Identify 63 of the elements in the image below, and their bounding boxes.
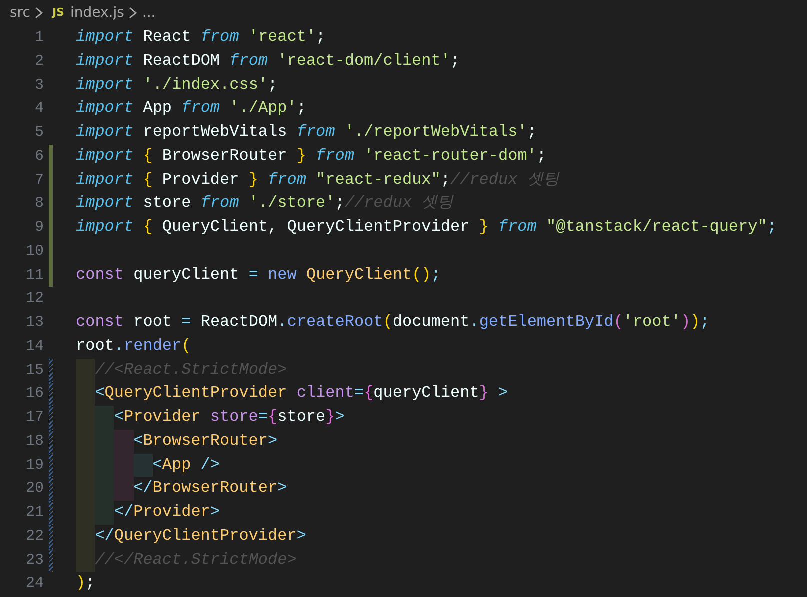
modified-change-marker[interactable] — [49, 382, 53, 406]
line-number: 6 — [34, 146, 44, 167]
breadcrumb-folder[interactable]: src — [10, 2, 30, 24]
code-line: const root = ReactDOM.createRoot(document.getElementById('root')); — [76, 312, 710, 333]
code-line: import { QueryClient, QueryClientProvider } from "@tanstack/react-query"; — [76, 217, 777, 238]
line-number: 7 — [34, 170, 44, 190]
line-number: 8 — [34, 194, 44, 214]
code-line: root.render( — [76, 336, 192, 357]
breadcrumb-more[interactable]: ... — [142, 2, 156, 24]
line-number: 13 — [24, 313, 44, 333]
modified-change-marker[interactable] — [49, 477, 53, 501]
added-change-marker[interactable] — [49, 264, 53, 288]
modified-change-marker[interactable] — [49, 501, 53, 525]
line-number: 5 — [34, 123, 44, 143]
line-number: 2 — [34, 52, 44, 72]
line-number: 1 — [34, 28, 44, 48]
js-file-icon: JS — [52, 4, 64, 22]
line-number: 3 — [34, 76, 44, 96]
code-line: import ReactDOM from 'react-dom/client'; — [76, 50, 460, 72]
code-line: <Provider store={store}> — [114, 407, 345, 428]
modified-change-marker[interactable] — [49, 454, 53, 478]
modified-change-marker[interactable] — [49, 548, 53, 572]
code-line: </Provider> — [114, 502, 220, 523]
line-number: 21 — [24, 503, 44, 523]
code-line: const queryClient = new QueryClient(); — [76, 264, 441, 286]
modified-change-marker[interactable] — [49, 430, 53, 454]
line-number: 12 — [24, 289, 44, 310]
line-number: 4 — [34, 99, 44, 120]
added-change-marker[interactable] — [49, 192, 53, 216]
modified-change-marker[interactable] — [49, 358, 53, 382]
code-line: </BrowserRouter> — [134, 478, 288, 500]
added-change-marker[interactable] — [49, 240, 53, 264]
line-number: 19 — [24, 456, 44, 476]
line-number: 16 — [24, 384, 44, 404]
modified-change-marker[interactable] — [49, 406, 53, 430]
line-number: 22 — [24, 526, 44, 547]
line-number: 17 — [24, 408, 44, 428]
code-line: import { BrowserRouter } from 'react-router-dom'; — [76, 146, 547, 167]
added-change-marker[interactable] — [49, 144, 53, 168]
line-number: 10 — [24, 242, 44, 262]
breadcrumb-file[interactable]: index.js — [70, 2, 124, 24]
code-line: <App /> — [152, 454, 220, 476]
chevron-right-icon — [34, 6, 44, 20]
line-number: 11 — [24, 266, 44, 286]
added-change-marker[interactable] — [49, 216, 53, 240]
line-number: 24 — [24, 574, 44, 594]
line-number: 15 — [24, 360, 44, 380]
code-line: </QueryClientProvider> — [95, 526, 306, 547]
code-line: <QueryClientProvider client={queryClient} > — [95, 383, 508, 404]
line-number: 20 — [24, 479, 44, 500]
modified-change-marker[interactable] — [49, 524, 53, 548]
code-line: ); — [76, 573, 96, 594]
line-number: 14 — [24, 336, 44, 357]
line-number: 18 — [24, 432, 44, 452]
code-line: <BrowserRouter> — [134, 430, 278, 452]
code-line: import reportWebVitals from './reportWebVitals'; — [76, 122, 537, 143]
line-number: 9 — [34, 218, 44, 238]
code-line: import App from './App'; — [76, 98, 306, 120]
added-change-marker[interactable] — [49, 168, 53, 192]
line-number: 23 — [24, 550, 44, 570]
code-line: import './index.css'; — [76, 74, 278, 96]
code-line: import React from 'react'; — [76, 27, 326, 48]
chevron-right-icon — [128, 6, 138, 20]
